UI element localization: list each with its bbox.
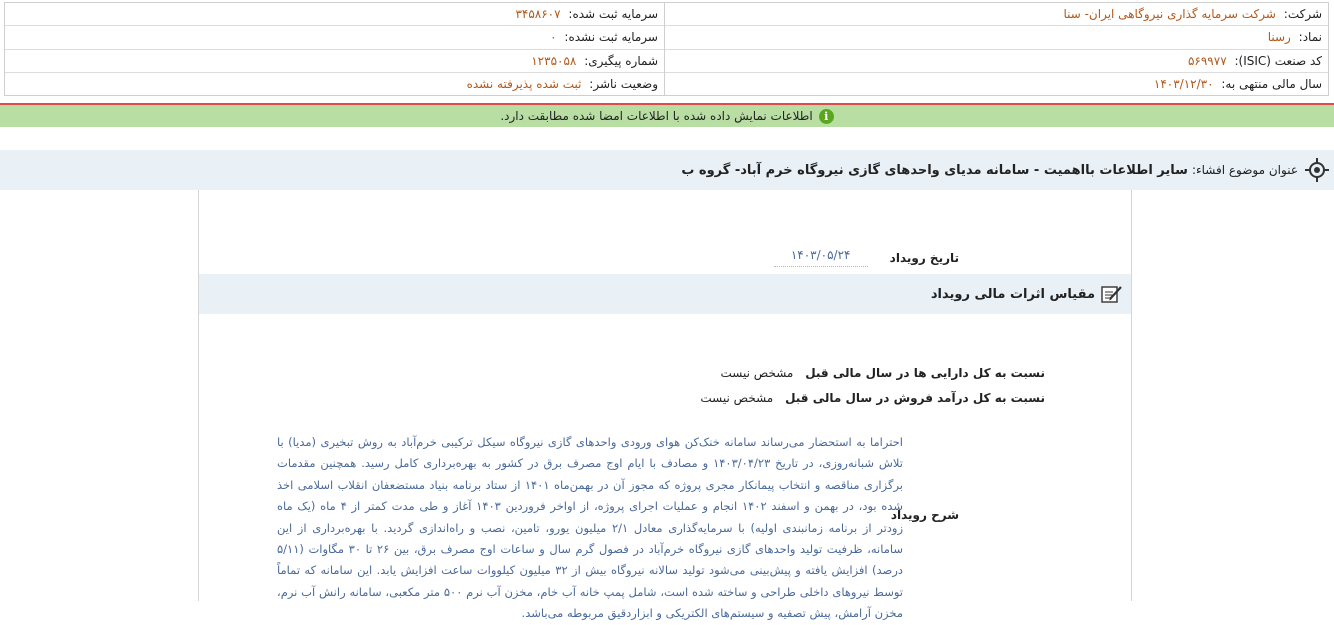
event-description-text: احتراما به استحضار می‌رساند سامانه خنک‌ک… <box>277 435 904 621</box>
isic-value: ۵۶۹۹۷۷ <box>1187 53 1227 68</box>
tracking-number-value: ۱۲۳۵۰۵۸ <box>531 53 577 68</box>
verification-message-bar: i اطلاعات نمایش داده شده با اطلاعات امضا… <box>0 105 1334 127</box>
verification-message: اطلاعات نمایش داده شده با اطلاعات امضا ش… <box>500 109 813 123</box>
subject-bar: عنوان موضوع افشاء: سایر اطلاعات بااهمیت … <box>0 150 1334 190</box>
publisher-status-row: وضعیت ناشر: ثبت شده پذیرفته نشده <box>5 73 664 95</box>
tracking-number-label: شماره پیگیری: <box>584 53 658 68</box>
tracking-number-row: شماره پیگیری: ۱۲۳۵۰۵۸ <box>5 50 664 73</box>
unregistered-capital-value: ۰ <box>550 30 557 45</box>
isic-label: کد صنعت (ISIC): <box>1234 53 1322 68</box>
symbol-value[interactable]: رسنا <box>1268 30 1291 44</box>
event-date-value: ۱۴۰۳/۰۵/۲۴ <box>773 248 868 267</box>
ratio-sales-label: نسبت به کل درآمد فروش در سال مالی قبل <box>785 391 1045 405</box>
company-info-table: شرکت: شرکت سرمایه گذاری نیروگاهی ایران- … <box>4 2 1329 96</box>
financial-impact-section-bar: مقیاس اثرات مالی رویداد <box>199 274 1131 314</box>
info-circle-icon: i <box>818 108 834 124</box>
financial-impact-title: مقیاس اثرات مالی رویداد <box>930 286 1095 302</box>
event-date-row: تاریخ رویداد ۱۴۰۳/۰۵/۲۴ <box>773 248 959 267</box>
company-row: شرکت: شرکت سرمایه گذاری نیروگاهی ایران- … <box>665 3 1328 27</box>
ratio-assets-label: نسبت به کل دارایی ها در سال مالی قبل <box>805 366 1045 380</box>
fiscal-year-row: سال مالی منتهی به: ۱۴۰۳/۱۲/۳۰ <box>665 73 1328 95</box>
company-info-right-column: شرکت: شرکت سرمایه گذاری نیروگاهی ایران- … <box>664 3 1328 95</box>
isic-row: کد صنعت (ISIC): ۵۶۹۹۷۷ <box>665 50 1328 73</box>
symbol-row: نماد: رسنا <box>665 26 1328 50</box>
fiscal-year-label: سال مالی منتهی به: <box>1221 76 1322 91</box>
company-label: شرکت: <box>1283 7 1322 21</box>
symbol-label: نماد: <box>1298 30 1322 45</box>
ratio-sales-row: نسبت به کل درآمد فروش در سال مالی قبل مش… <box>700 391 1045 405</box>
registered-capital-label: سرمایه ثبت شده: <box>568 7 658 21</box>
registered-capital-row: سرمایه ثبت شده: ۳۴۵۸۶۰۷ <box>5 3 664 27</box>
publisher-status-value: ثبت شده پذیرفته نشده <box>466 76 582 91</box>
ratio-assets-value: مشخص نیست <box>720 366 794 380</box>
unregistered-capital-label: سرمایه ثبت نشده: <box>564 30 658 45</box>
registered-capital-value: ۳۴۵۸۶۰۷ <box>515 7 561 21</box>
fiscal-year-value: ۱۴۰۳/۱۲/۳۰ <box>1153 76 1214 91</box>
event-content-panel: تاریخ رویداد ۱۴۰۳/۰۵/۲۴ مقیاس اثرات مالی… <box>198 190 1132 620</box>
company-info-left-column: سرمایه ثبت شده: ۳۴۵۸۶۰۷ سرمایه ثبت نشده:… <box>5 3 664 95</box>
target-icon <box>1305 158 1329 182</box>
subject-label: عنوان موضوع افشاء: <box>1191 163 1298 177</box>
edit-note-icon <box>1101 286 1122 303</box>
event-date-label: تاریخ رویداد <box>889 250 959 265</box>
publisher-status-label: وضعیت ناشر: <box>589 76 658 91</box>
company-value[interactable]: شرکت سرمایه گذاری نیروگاهی ایران- سنا <box>1063 7 1276 21</box>
ratio-sales-value: مشخص نیست <box>700 391 774 405</box>
subject-title: سایر اطلاعات بااهمیت - سامانه مدیای واحد… <box>681 162 1188 178</box>
ratio-assets-row: نسبت به کل دارایی ها در سال مالی قبل مشخ… <box>721 366 1045 380</box>
unregistered-capital-row: سرمایه ثبت نشده: ۰ <box>5 26 664 50</box>
